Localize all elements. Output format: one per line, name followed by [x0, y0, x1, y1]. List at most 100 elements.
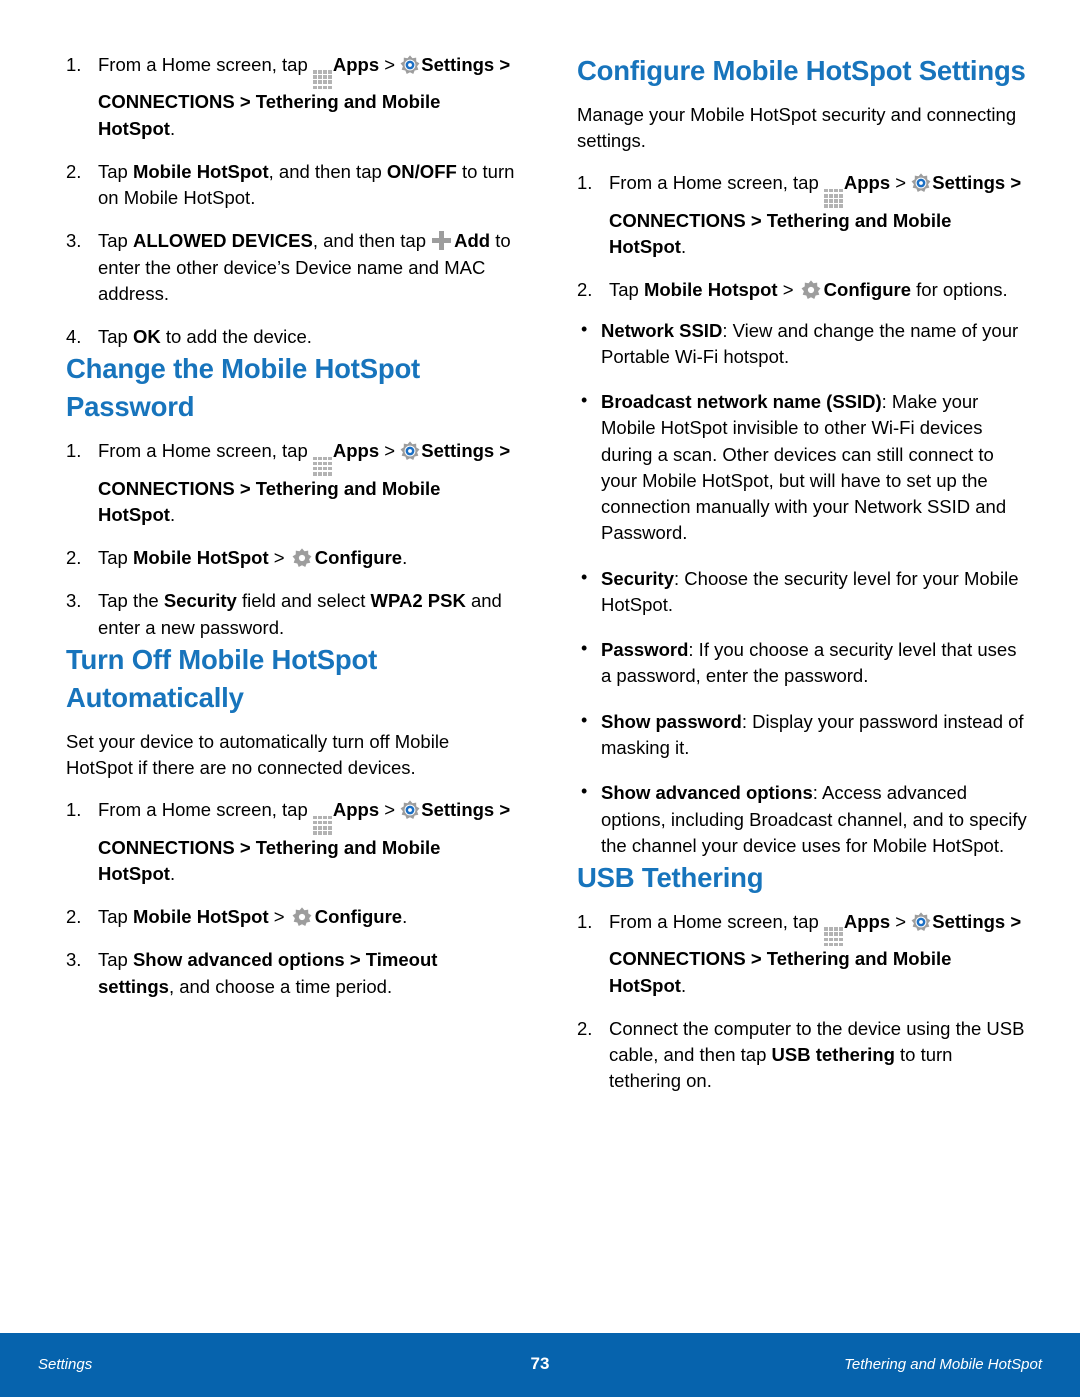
- steps-list: 1. From a Home screen, tap Apps > Setting…: [577, 909, 1028, 1095]
- path-separator: >: [890, 911, 912, 933]
- apps-grid-icon: [312, 456, 332, 476]
- body-text: From a Home screen, tap: [609, 911, 824, 933]
- bullet-text: Security: Choose the security level for …: [601, 568, 1018, 615]
- body-text: Tap: [98, 547, 133, 569]
- configure-label: Configure: [823, 279, 912, 301]
- step-text: Tap Mobile Hotspot > Configure for optio…: [609, 279, 1008, 300]
- section-usb-tethering: USB Tethering 1. From a Home screen, tap …: [577, 859, 1028, 1095]
- body-text: >: [268, 547, 290, 569]
- step-item: 3. Tap Show advanced options > Timeout se…: [66, 947, 517, 1000]
- body-text: Tap: [98, 949, 133, 971]
- configure-label: Configure: [314, 906, 403, 928]
- document-page: 1. From a Home screen, tap Apps > Setting…: [0, 0, 1080, 1397]
- settings-label: Settings: [932, 911, 1006, 933]
- bullet-dot-icon: •: [581, 566, 588, 587]
- step-text: Tap Mobile HotSpot > Configure.: [98, 906, 407, 927]
- emphasis-text: Network SSID: [601, 319, 723, 341]
- emphasis-text: Broadcast network name (SSID): [601, 391, 882, 413]
- step-text: From a Home screen, tap Apps > Settings …: [609, 911, 1021, 996]
- options-bullet-list: • Network SSID: View and change the name …: [577, 318, 1028, 860]
- path-separator: >: [890, 172, 912, 194]
- body-text: .: [169, 862, 176, 884]
- step-item: 2. Connect the computer to the device usi…: [577, 1016, 1028, 1095]
- configure-gear-icon: [292, 548, 312, 568]
- body-text: Tap: [98, 160, 133, 182]
- step-text: Tap ALLOWED DEVICES, and then tap Add to…: [98, 230, 511, 304]
- bullet-item: • Broadcast network name (SSID): Make you…: [577, 389, 1028, 547]
- page-title-turn-off-automatically: Turn Off Mobile HotSpot Automatically: [66, 643, 378, 713]
- step-item: 3. Tap ALLOWED DEVICES, and then tap Add …: [66, 228, 517, 307]
- settings-gear-icon: [911, 173, 931, 193]
- step-text: Tap OK to add the device.: [98, 326, 312, 347]
- settings-label: Settings: [932, 172, 1006, 194]
- apps-grid-icon: [823, 188, 843, 208]
- body-text: .: [402, 906, 408, 928]
- body-text: Tap: [609, 279, 644, 301]
- body-text: : Make your Mobile HotSpot invisible to …: [601, 391, 1007, 544]
- step-number: 4.: [66, 326, 82, 348]
- step-item: 1. From a Home screen, tap Apps > Setting…: [577, 170, 1028, 260]
- bullet-item: • Show password: Display your password in…: [577, 709, 1028, 762]
- footer-right-label: Tethering and Mobile HotSpot: [844, 1356, 1042, 1373]
- steps-list: 1. From a Home screen, tap Apps > Setting…: [66, 797, 517, 1000]
- steps-list: 1. From a Home screen, tap Apps > Setting…: [66, 438, 517, 641]
- body-text: , and choose a time period.: [168, 975, 393, 997]
- apps-grid-icon: [312, 815, 332, 835]
- step-number: 1.: [577, 172, 593, 194]
- body-text: Tap: [98, 326, 133, 348]
- body-text: Tap: [98, 230, 133, 252]
- body-text: >: [777, 279, 799, 301]
- emphasis-text: ON/OFF: [386, 160, 457, 182]
- bullet-text: Password: If you choose a security level…: [601, 639, 1016, 686]
- bullet-text: Show password: Display your password ins…: [601, 711, 1024, 758]
- body-text: .: [169, 117, 176, 139]
- configure-gear-icon: [801, 280, 821, 300]
- step-number: 2.: [66, 160, 82, 182]
- emphasis-text: Mobile HotSpot: [132, 160, 269, 182]
- steps-list: 1. From a Home screen, tap Apps > Setting…: [577, 170, 1028, 303]
- apps-label: Apps: [843, 911, 891, 933]
- left-column: 1. From a Home screen, tap Apps > Setting…: [66, 52, 517, 1095]
- bullet-dot-icon: •: [581, 318, 588, 339]
- step-number: 3.: [66, 949, 82, 971]
- add-label: Add: [454, 230, 491, 252]
- step-text: From a Home screen, tap Apps > Settings …: [98, 440, 510, 525]
- body-text: .: [680, 236, 687, 258]
- apps-grid-icon: [312, 70, 332, 90]
- section-intro-text: Manage your Mobile HotSpot security and …: [577, 103, 1017, 152]
- emphasis-text: Security: [163, 590, 237, 612]
- step-number: 2.: [577, 1017, 593, 1039]
- section-intro-text: Set your device to automatically turn of…: [66, 730, 450, 779]
- settings-gear-icon: [400, 800, 420, 820]
- body-text: .: [680, 974, 687, 996]
- step-number: 2.: [66, 906, 82, 928]
- page-title-change-password: Change the Mobile HotSpot Password: [66, 353, 421, 423]
- right-column: Configure Mobile HotSpot Settings Manage…: [577, 52, 1028, 1095]
- body-text: .: [169, 503, 176, 525]
- emphasis-text: Show advanced options: [601, 782, 813, 804]
- step-number: 2.: [577, 279, 593, 301]
- body-text: From a Home screen, tap: [98, 440, 313, 462]
- step-text: From a Home screen, tap Apps > Settings …: [98, 54, 510, 139]
- body-text: field and select: [236, 590, 371, 612]
- section-configure-settings: Configure Mobile HotSpot Settings Manage…: [577, 52, 1028, 859]
- path-separator: >: [379, 54, 401, 75]
- body-text: From a Home screen, tap: [98, 54, 313, 75]
- step-item: 2. Tap Mobile HotSpot > Configure.: [66, 545, 517, 571]
- settings-label: Settings: [421, 799, 495, 821]
- bullet-dot-icon: •: [581, 781, 588, 802]
- body-text: to add the device.: [160, 326, 312, 348]
- path-separator: >: [379, 440, 401, 462]
- step-text: Connect the computer to the device using…: [609, 1018, 1024, 1092]
- step-item: 1. From a Home screen, tap Apps > Setting…: [66, 52, 517, 142]
- apps-label: Apps: [843, 172, 891, 194]
- body-text: , and then tap: [312, 230, 432, 252]
- settings-gear-icon: [400, 441, 420, 461]
- body-text: From a Home screen, tap: [609, 172, 824, 194]
- emphasis-text: USB tethering: [771, 1044, 895, 1066]
- body-text: for options.: [911, 279, 1008, 301]
- step-text: Tap Mobile HotSpot, and then tap ON/OFF …: [98, 161, 514, 208]
- step-text: Tap Show advanced options > Timeout sett…: [98, 949, 437, 996]
- two-column-body: 1. From a Home screen, tap Apps > Setting…: [66, 52, 1028, 1095]
- bullet-text: Network SSID: View and change the name o…: [601, 320, 1018, 367]
